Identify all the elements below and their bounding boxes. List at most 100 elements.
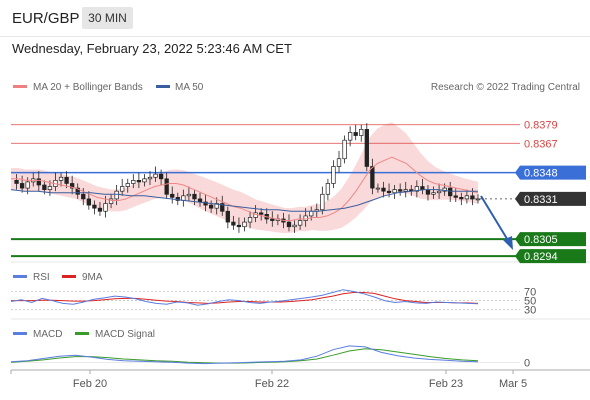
candle-body [208, 204, 214, 209]
candle-body [170, 193, 175, 198]
candle-body [459, 197, 464, 200]
candle-body [386, 190, 392, 194]
candle-body [297, 220, 303, 226]
candle-body [331, 166, 336, 184]
candle-body [125, 183, 130, 187]
candle-body [192, 193, 197, 200]
level-label-0.8331: 0.8331 [524, 194, 558, 206]
candle-body [136, 180, 142, 183]
credit-text: Research © 2022 Trading Central [431, 82, 580, 93]
macd-legend-label: MACD [33, 329, 62, 340]
macd-legend: MACD MACD Signal [13, 329, 155, 340]
candle-body [431, 192, 436, 195]
candle-body [14, 180, 19, 184]
bollinger-fill [11, 122, 478, 234]
candle-body [359, 129, 364, 136]
macd-panel: 0 [10, 345, 530, 370]
candle-body [64, 176, 69, 184]
candle-body [197, 198, 203, 203]
candle-body [336, 158, 342, 167]
macd-line [10, 345, 479, 365]
candle-body [236, 224, 242, 228]
candle-body [347, 132, 353, 141]
candle-body [147, 176, 153, 180]
candle-body [420, 186, 425, 190]
candle-body [158, 173, 164, 180]
candle-body [19, 183, 25, 189]
candle-body [225, 210, 230, 223]
rsi-swatch [13, 275, 27, 278]
level-label-0.8379: 0.8379 [524, 120, 558, 132]
macd-tick-0: 0 [524, 358, 530, 370]
candle-body [242, 221, 247, 228]
level-label-0.8305: 0.8305 [524, 234, 558, 246]
x-axis: Feb 20 Feb 22 Feb 23 Mar 5 [10, 370, 527, 390]
rsi-ma-legend-label: 9MA [82, 272, 103, 283]
level-label-0.8294: 0.8294 [524, 251, 558, 263]
x-tick-label-3: Mar 5 [499, 378, 527, 390]
forecast-arrow-shaft [480, 195, 510, 243]
rsi-panel: 705030 [10, 287, 536, 317]
candle-body [309, 210, 314, 217]
candle-body [164, 178, 169, 195]
candle-body [375, 187, 381, 190]
candle-body [97, 207, 103, 212]
bollinger-bands [11, 122, 478, 234]
candle-body [42, 184, 47, 190]
candle-body [270, 218, 275, 221]
candle-body [36, 178, 41, 186]
candle-body [392, 189, 397, 194]
candle-body [259, 212, 264, 215]
candle-body [231, 221, 236, 226]
candle-body [92, 204, 97, 209]
candle-body [292, 224, 297, 228]
candle-body [142, 178, 147, 183]
candle-body [436, 190, 442, 194]
rsi-legend-label: RSI [33, 272, 50, 283]
level-label-0.8367: 0.8367 [524, 138, 558, 150]
candle-body [464, 195, 470, 200]
candle-body [153, 173, 158, 178]
candle-body [448, 187, 453, 197]
candle-body [81, 193, 86, 200]
candle-body [381, 187, 386, 192]
ma20-swatch [13, 85, 27, 88]
candle-body [47, 186, 53, 190]
rsi-tick-30: 30 [524, 305, 536, 317]
main-legend: MA 20 + Bollinger Bands MA 50 Research ©… [13, 82, 580, 93]
rsi-line [10, 289, 479, 306]
candle-body [475, 198, 481, 201]
rsi-legend: RSI 9MA [13, 272, 103, 283]
candle-body [103, 203, 108, 212]
candle-body [470, 195, 475, 200]
x-tick-label-1: Feb 22 [255, 378, 289, 390]
price-chart: 0.8379 0.8367 0.8348 0.8331 0.8305 0.8294 705… [10, 82, 590, 390]
ma50-legend-label: MA 50 [175, 82, 204, 93]
ma50-swatch [156, 85, 170, 88]
ma20-legend-label: MA 20 + Bollinger Bands [33, 82, 143, 93]
candle-body [186, 193, 192, 197]
level-label-0.8348: 0.8348 [524, 168, 558, 180]
x-tick-label-2: Feb 23 [429, 378, 463, 390]
macd-swatch [13, 332, 27, 335]
candle-body [320, 193, 325, 211]
candle-body [25, 181, 30, 189]
candle-body [286, 221, 292, 228]
candle-body [131, 180, 136, 184]
candle-body [425, 189, 431, 195]
rsi-ma-swatch [62, 275, 76, 278]
candle-body [325, 183, 331, 195]
macd-signal-swatch [75, 332, 89, 335]
candle-body [398, 189, 403, 192]
x-tick-label-0: Feb 20 [73, 378, 107, 390]
macd-signal-legend-label: MACD Signal [95, 329, 155, 340]
candle-body [453, 195, 458, 198]
candle-body [403, 189, 408, 192]
candle-body [342, 139, 347, 160]
candle-body [370, 166, 375, 189]
candle-body [364, 129, 369, 167]
candle-body [353, 132, 358, 136]
candle-body [114, 190, 119, 200]
candle-body [120, 186, 125, 192]
candle-body [247, 217, 253, 223]
